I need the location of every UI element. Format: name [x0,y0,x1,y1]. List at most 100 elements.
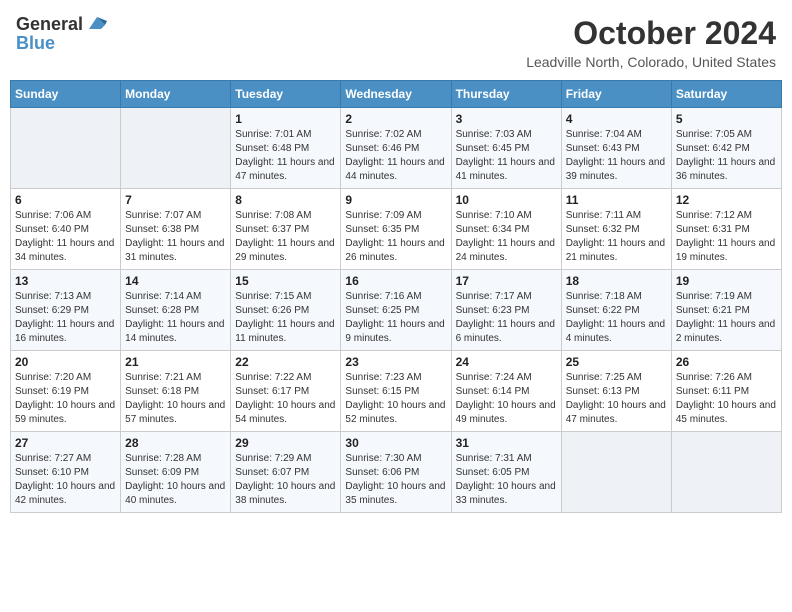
day-info: Sunrise: 7:08 AM Sunset: 6:37 PM Dayligh… [235,209,336,265]
day-number: 14 [125,274,226,288]
day-number: 31 [456,436,557,450]
day-info: Sunrise: 7:25 AM Sunset: 6:13 PM Dayligh… [566,371,667,427]
calendar-table: SundayMondayTuesdayWednesdayThursdayFrid… [10,80,782,513]
day-info: Sunrise: 7:03 AM Sunset: 6:45 PM Dayligh… [456,128,557,184]
calendar-cell: 9 Sunrise: 7:09 AM Sunset: 6:35 PM Daylig… [341,189,451,270]
calendar-cell: 14 Sunrise: 7:14 AM Sunset: 6:28 PM Dayli… [121,270,231,351]
calendar-cell: 19 Sunrise: 7:19 AM Sunset: 6:21 PM Dayli… [671,270,781,351]
day-number: 10 [456,193,557,207]
calendar-title: October 2024 [526,14,776,52]
week-row-3: 13 Sunrise: 7:13 AM Sunset: 6:29 PM Dayli… [11,270,782,351]
calendar-cell: 11 Sunrise: 7:11 AM Sunset: 6:32 PM Dayli… [561,189,671,270]
day-info: Sunrise: 7:02 AM Sunset: 6:46 PM Dayligh… [345,128,446,184]
calendar-cell: 15 Sunrise: 7:15 AM Sunset: 6:26 PM Dayli… [231,270,341,351]
calendar-cell: 12 Sunrise: 7:12 AM Sunset: 6:31 PM Dayli… [671,189,781,270]
day-number: 21 [125,355,226,369]
day-header-tuesday: Tuesday [231,81,341,108]
calendar-body: 1 Sunrise: 7:01 AM Sunset: 6:48 PM Daylig… [11,108,782,513]
calendar-cell: 24Sunrise: 7:24 AM Sunset: 6:14 PM Dayli… [451,351,561,432]
day-number: 16 [345,274,446,288]
header-row: SundayMondayTuesdayWednesdayThursdayFrid… [11,81,782,108]
logo: General Blue [16,14,107,54]
calendar-cell: 18Sunrise: 7:18 AM Sunset: 6:22 PM Dayli… [561,270,671,351]
calendar-cell: 2 Sunrise: 7:02 AM Sunset: 6:46 PM Daylig… [341,108,451,189]
day-number: 4 [566,112,667,126]
day-info: Sunrise: 7:30 AM Sunset: 6:06 PM Dayligh… [345,452,446,508]
day-info: Sunrise: 7:09 AM Sunset: 6:35 PM Dayligh… [345,209,446,265]
day-info: Sunrise: 7:22 AM Sunset: 6:17 PM Dayligh… [235,371,336,427]
week-row-2: 6Sunrise: 7:06 AM Sunset: 6:40 PM Daylig… [11,189,782,270]
day-info: Sunrise: 7:05 AM Sunset: 6:42 PM Dayligh… [676,128,777,184]
calendar-cell [561,432,671,513]
day-number: 11 [566,193,667,207]
day-number: 25 [566,355,667,369]
calendar-cell: 3Sunrise: 7:03 AM Sunset: 6:45 PM Daylig… [451,108,561,189]
day-number: 5 [676,112,777,126]
day-header-saturday: Saturday [671,81,781,108]
calendar-cell: 6Sunrise: 7:06 AM Sunset: 6:40 PM Daylig… [11,189,121,270]
day-info: Sunrise: 7:17 AM Sunset: 6:23 PM Dayligh… [456,290,557,346]
day-number: 2 [345,112,446,126]
title-section: October 2024 Leadville North, Colorado, … [526,14,776,70]
day-number: 30 [345,436,446,450]
calendar-cell: 5 Sunrise: 7:05 AM Sunset: 6:42 PM Daylig… [671,108,781,189]
day-info: Sunrise: 7:13 AM Sunset: 6:29 PM Dayligh… [15,290,116,346]
day-info: Sunrise: 7:14 AM Sunset: 6:28 PM Dayligh… [125,290,226,346]
day-number: 7 [125,193,226,207]
week-row-1: 1 Sunrise: 7:01 AM Sunset: 6:48 PM Daylig… [11,108,782,189]
day-info: Sunrise: 7:12 AM Sunset: 6:31 PM Dayligh… [676,209,777,265]
day-number: 26 [676,355,777,369]
calendar-cell: 27 Sunrise: 7:27 AM Sunset: 6:10 PM Dayli… [11,432,121,513]
day-info: Sunrise: 7:01 AM Sunset: 6:48 PM Dayligh… [235,128,336,184]
day-info: Sunrise: 7:15 AM Sunset: 6:26 PM Dayligh… [235,290,336,346]
day-info: Sunrise: 7:31 AM Sunset: 6:05 PM Dayligh… [456,452,557,508]
day-header-thursday: Thursday [451,81,561,108]
calendar-cell: 10 Sunrise: 7:10 AM Sunset: 6:34 PM Dayli… [451,189,561,270]
day-info: Sunrise: 7:27 AM Sunset: 6:10 PM Dayligh… [15,452,116,508]
calendar-cell: 30 Sunrise: 7:30 AM Sunset: 6:06 PM Dayli… [341,432,451,513]
day-info: Sunrise: 7:26 AM Sunset: 6:11 PM Dayligh… [676,371,777,427]
day-info: Sunrise: 7:20 AM Sunset: 6:19 PM Dayligh… [15,371,116,427]
day-info: Sunrise: 7:04 AM Sunset: 6:43 PM Dayligh… [566,128,667,184]
day-number: 9 [345,193,446,207]
day-number: 15 [235,274,336,288]
calendar-subtitle: Leadville North, Colorado, United States [526,54,776,70]
day-header-friday: Friday [561,81,671,108]
calendar-cell [121,108,231,189]
calendar-cell: 31 Sunrise: 7:31 AM Sunset: 6:05 PM Dayli… [451,432,561,513]
day-info: Sunrise: 7:19 AM Sunset: 6:21 PM Dayligh… [676,290,777,346]
calendar-cell: 8 Sunrise: 7:08 AM Sunset: 6:37 PM Daylig… [231,189,341,270]
day-number: 28 [125,436,226,450]
day-number: 13 [15,274,116,288]
day-number: 17 [456,274,557,288]
day-number: 20 [15,355,116,369]
day-info: Sunrise: 7:21 AM Sunset: 6:18 PM Dayligh… [125,371,226,427]
day-info: Sunrise: 7:18 AM Sunset: 6:22 PM Dayligh… [566,290,667,346]
calendar-cell: 28 Sunrise: 7:28 AM Sunset: 6:09 PM Dayli… [121,432,231,513]
day-number: 24 [456,355,557,369]
logo-general-text: General [16,14,83,35]
week-row-5: 27 Sunrise: 7:27 AM Sunset: 6:10 PM Dayli… [11,432,782,513]
calendar-cell: 17 Sunrise: 7:17 AM Sunset: 6:23 PM Dayli… [451,270,561,351]
day-header-sunday: Sunday [11,81,121,108]
week-row-4: 20 Sunrise: 7:20 AM Sunset: 6:19 PM Dayli… [11,351,782,432]
calendar-cell: 21 Sunrise: 7:21 AM Sunset: 6:18 PM Dayli… [121,351,231,432]
day-info: Sunrise: 7:23 AM Sunset: 6:15 PM Dayligh… [345,371,446,427]
day-number: 1 [235,112,336,126]
day-number: 23 [345,355,446,369]
day-number: 27 [15,436,116,450]
calendar-header: SundayMondayTuesdayWednesdayThursdayFrid… [11,81,782,108]
day-number: 12 [676,193,777,207]
day-number: 8 [235,193,336,207]
day-number: 19 [676,274,777,288]
day-info: Sunrise: 7:28 AM Sunset: 6:09 PM Dayligh… [125,452,226,508]
calendar-cell: 1 Sunrise: 7:01 AM Sunset: 6:48 PM Daylig… [231,108,341,189]
day-header-monday: Monday [121,81,231,108]
calendar-cell: 25 Sunrise: 7:25 AM Sunset: 6:13 PM Dayli… [561,351,671,432]
calendar-cell: 7Sunrise: 7:07 AM Sunset: 6:38 PM Daylig… [121,189,231,270]
day-info: Sunrise: 7:29 AM Sunset: 6:07 PM Dayligh… [235,452,336,508]
page-header: General Blue October 2024 Leadville Nort… [10,10,782,74]
day-info: Sunrise: 7:10 AM Sunset: 6:34 PM Dayligh… [456,209,557,265]
day-number: 29 [235,436,336,450]
day-info: Sunrise: 7:11 AM Sunset: 6:32 PM Dayligh… [566,209,667,265]
